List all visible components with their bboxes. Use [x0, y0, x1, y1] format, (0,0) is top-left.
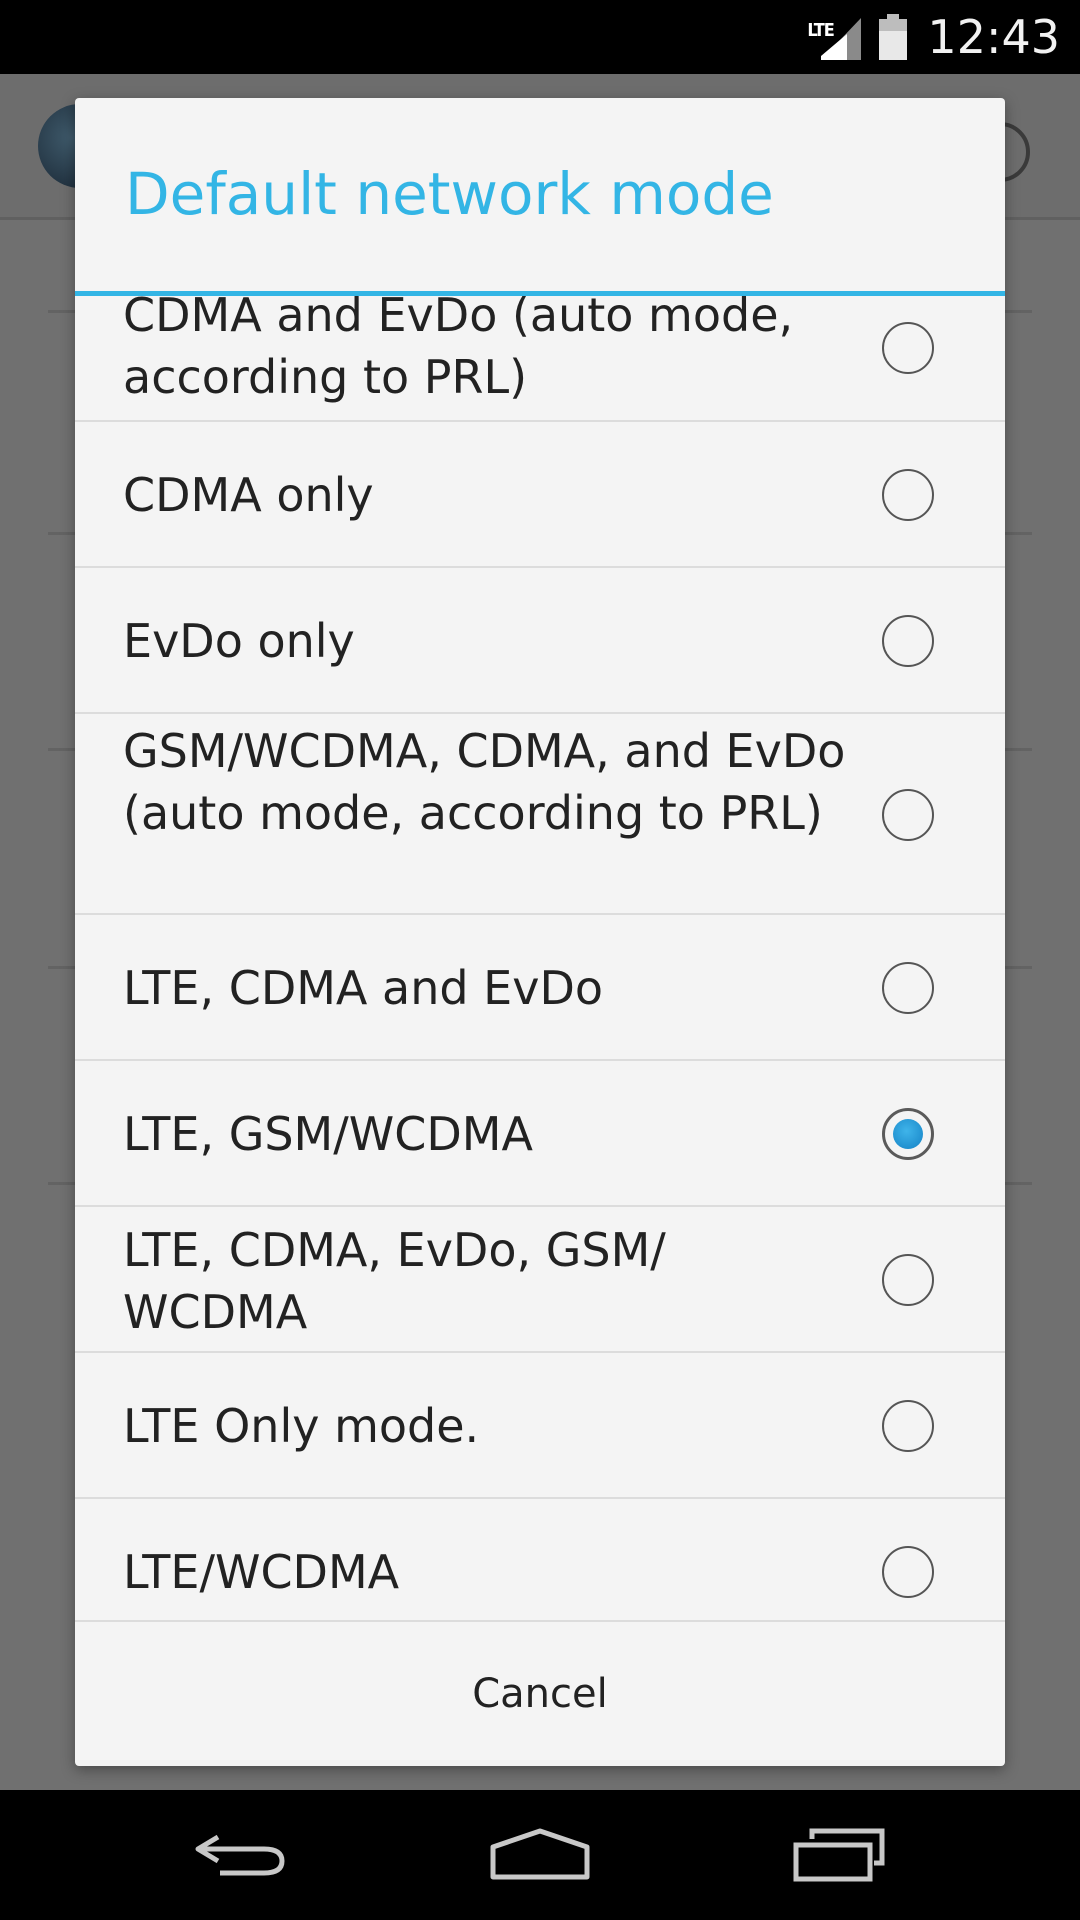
option-label: LTE/WCDMA: [123, 1545, 400, 1599]
option-label: CDMA and EvDo (auto mode, according to P…: [123, 296, 794, 404]
option-lte-only[interactable]: LTE Only mode.: [75, 1353, 1005, 1499]
network-type-label: LTE: [807, 20, 834, 41]
option-label: GSM/WCDMA, CDMA, and EvDo (auto mode, ac…: [123, 724, 846, 840]
radio-button-selected[interactable]: [882, 1108, 934, 1160]
radio-button[interactable]: [882, 1254, 934, 1306]
navigation-bar: [0, 1790, 1080, 1920]
radio-button[interactable]: [882, 469, 934, 521]
option-evdo-only[interactable]: EvDo only: [75, 568, 1005, 714]
dialog-title: Default network mode: [125, 160, 774, 228]
status-icons: LTE 12:43: [807, 0, 1060, 74]
status-bar: LTE 12:43: [0, 0, 1080, 74]
option-label: CDMA only: [123, 468, 374, 522]
radio-button[interactable]: [882, 789, 934, 841]
option-lte-gsm-wcdma[interactable]: LTE, GSM/WCDMA: [75, 1061, 1005, 1207]
options-list[interactable]: CDMA and EvDo (auto mode, according to P…: [75, 296, 1005, 1620]
recents-icon[interactable]: [760, 1810, 920, 1900]
option-label: EvDo only: [123, 614, 355, 668]
signal-icon: LTE: [807, 12, 863, 62]
option-label: LTE, CDMA, EvDo, GSM/ WCDMA: [123, 1223, 666, 1339]
back-icon[interactable]: [160, 1810, 320, 1900]
radio-button[interactable]: [882, 615, 934, 667]
option-lte-wcdma[interactable]: LTE/WCDMA: [75, 1499, 1005, 1620]
clock: 12:43: [927, 10, 1060, 64]
home-icon[interactable]: [460, 1810, 620, 1900]
battery-icon: [877, 12, 909, 62]
radio-button[interactable]: [882, 322, 934, 374]
radio-button[interactable]: [882, 1546, 934, 1598]
radio-button[interactable]: [882, 1400, 934, 1452]
option-lte-cdma-evdo[interactable]: LTE, CDMA and EvDo: [75, 915, 1005, 1061]
option-lte-cdma-evdo-gsm-wcdma[interactable]: LTE, CDMA, EvDo, GSM/ WCDMA: [75, 1207, 1005, 1353]
radio-button[interactable]: [882, 962, 934, 1014]
option-label: LTE, CDMA and EvDo: [123, 961, 604, 1015]
option-cdma-only[interactable]: CDMA only: [75, 422, 1005, 568]
network-mode-dialog: Default network mode CDMA and EvDo (auto…: [75, 98, 1005, 1766]
option-label: LTE, GSM/WCDMA: [123, 1107, 533, 1161]
cancel-button[interactable]: Cancel: [75, 1620, 1005, 1766]
title-divider: [75, 291, 1005, 296]
option-cdma-evdo-auto[interactable]: CDMA and EvDo (auto mode, according to P…: [75, 296, 1005, 422]
option-gsm-wcdma-cdma-evdo-auto[interactable]: GSM/WCDMA, CDMA, and EvDo (auto mode, ac…: [75, 714, 1005, 915]
option-label: LTE Only mode.: [123, 1399, 480, 1453]
